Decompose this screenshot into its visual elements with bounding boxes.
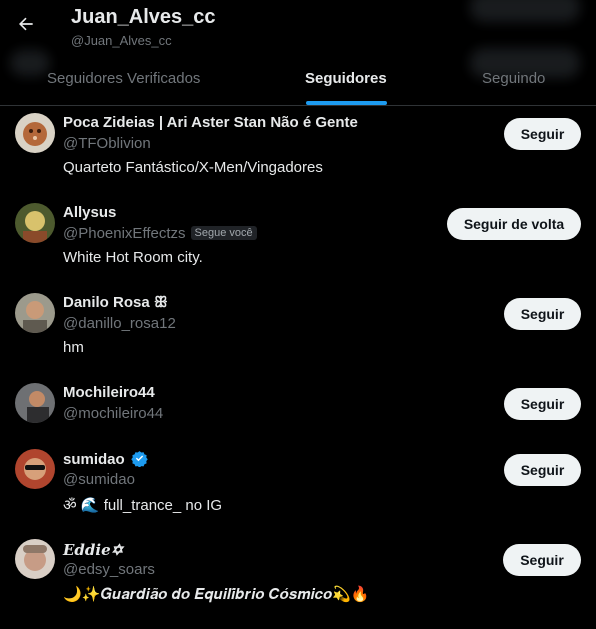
page-handle: @Juan_Alves_cc xyxy=(71,33,172,48)
avatar[interactable] xyxy=(15,113,55,153)
avatar[interactable] xyxy=(15,293,55,333)
blurred-background xyxy=(470,0,580,22)
verified-badge-icon xyxy=(131,450,148,471)
user-name[interactable]: Danilo Rosa ꕥ xyxy=(63,294,168,311)
active-tab-indicator xyxy=(306,101,387,105)
tab-following[interactable]: Seguindo xyxy=(482,70,545,87)
user-name[interactable]: Allysus xyxy=(63,204,116,221)
user-name[interactable]: Mochileiro44 xyxy=(63,384,155,401)
user-handle[interactable]: @edsy_soars xyxy=(63,561,155,578)
page-title: Juan_Alves_cc xyxy=(71,6,216,28)
avatar[interactable] xyxy=(15,539,55,579)
user-handle[interactable]: @sumidao xyxy=(63,471,135,488)
user-handle-row: @PhoenixEffectzs Segue você xyxy=(63,225,257,242)
user-bio: 🌙✨𝑮𝒖𝒂𝒓𝒅𝒊𝒂̃𝒐 𝒅𝒐 𝑬𝒒𝒖𝒊𝒍𝒊́𝒃𝒓𝒊𝒐 𝑪𝒐́𝒔𝒎𝒊𝒄𝒐💫🔥 xyxy=(63,586,370,603)
user-bio: ॐ 🌊 full_trance_ no IG xyxy=(63,497,223,514)
tab-followers[interactable]: Seguidores xyxy=(305,70,387,87)
user-handle[interactable]: @TFOblivion xyxy=(63,135,151,152)
user-name[interactable]: 𝑬𝒅𝒅𝒊𝒆✡ xyxy=(63,541,123,559)
avatar[interactable] xyxy=(15,449,55,489)
user-name-row: sumidao xyxy=(63,450,148,471)
user-handle[interactable]: @danillo_rosa12 xyxy=(63,315,176,332)
list-item[interactable]: Mochileiro44 @mochileiro44 Seguir xyxy=(0,376,596,442)
blurred-background xyxy=(10,50,50,76)
back-arrow-icon[interactable] xyxy=(14,12,38,36)
user-name[interactable]: Poca Zideias | Ari Aster Stan Não é Gent… xyxy=(63,114,358,131)
follow-button[interactable]: Seguir xyxy=(503,544,581,576)
follow-button[interactable]: Seguir xyxy=(504,298,581,330)
follow-button[interactable]: Seguir xyxy=(504,388,581,420)
follows-you-badge: Segue você xyxy=(190,226,257,240)
follow-button[interactable]: Seguir xyxy=(504,454,581,486)
avatar[interactable] xyxy=(15,203,55,243)
list-item[interactable]: sumidao @sumidao ॐ 🌊 full_trance_ no IG … xyxy=(0,442,596,532)
user-bio: Quarteto Fantástico/X-Men/Vingadores xyxy=(63,159,323,176)
avatar[interactable] xyxy=(15,383,55,423)
list-item[interactable]: 𝑬𝒅𝒅𝒊𝒆✡ @edsy_soars 🌙✨𝑮𝒖𝒂𝒓𝒅𝒊𝒂̃𝒐 𝒅𝒐 𝑬𝒒𝒖𝒊𝒍𝒊… xyxy=(0,532,596,629)
user-bio: White Hot Room city. xyxy=(63,249,203,266)
user-name[interactable]: sumidao xyxy=(63,451,125,468)
list-item[interactable]: Poca Zideias | Ari Aster Stan Não é Gent… xyxy=(0,106,596,196)
list-item[interactable]: Danilo Rosa ꕥ @danillo_rosa12 hm Seguir xyxy=(0,286,596,376)
profile-header: Juan_Alves_cc @Juan_Alves_cc Seguidores … xyxy=(0,0,596,106)
follow-back-button[interactable]: Seguir de volta xyxy=(447,208,581,240)
user-handle[interactable]: @PhoenixEffectzs xyxy=(63,225,186,242)
list-item[interactable]: Allysus @PhoenixEffectzs Segue você White… xyxy=(0,196,596,286)
follow-button[interactable]: Seguir xyxy=(504,118,581,150)
tab-verified-followers[interactable]: Seguidores Verificados xyxy=(47,70,200,87)
user-bio: hm xyxy=(63,339,84,356)
user-handle[interactable]: @mochileiro44 xyxy=(63,405,163,422)
